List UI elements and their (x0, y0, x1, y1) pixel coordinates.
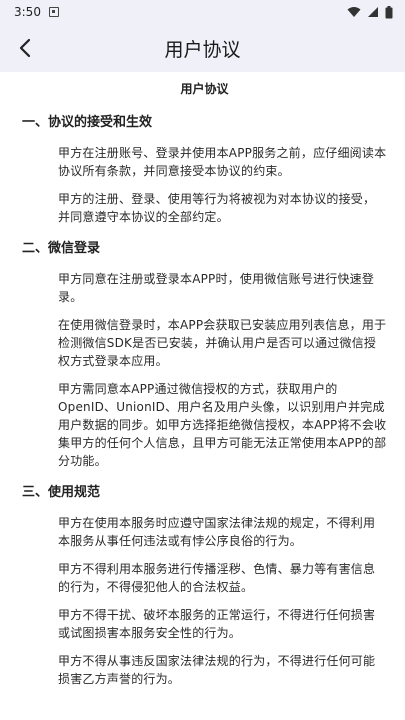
document-title: 用户协议 (180, 82, 229, 96)
notification-icon (48, 7, 59, 17)
paragraph: 甲方的注册、登录、使用等行为将被视为对本协议的接受，并同意遵守本协议的全部约定。 (58, 192, 376, 224)
paragraph: 甲方在注册账号、登录并使用本APP服务之前，应仔细阅读本协议所有条款，并同意接受… (58, 146, 387, 178)
section-heading: 二、微信登录 (22, 241, 101, 256)
section-acceptance: 一、协议的接受和生效 甲方在注册账号、登录并使用本APP服务之前，应仔细阅读本协… (22, 114, 387, 226)
paragraph: 在使用微信登录时，本APP会获取已安装应用列表信息，用于检测微信SDK是否已安装… (58, 318, 387, 368)
status-time: 3:50 (14, 5, 41, 19)
section-wechat-login: 二、微信登录 甲方同意在注册或登录本APP时，使用微信账号进行快速登录。 在使用… (22, 240, 387, 470)
paragraph: 甲方同意在注册或登录本APP时，使用微信账号进行快速登录。 (58, 272, 375, 304)
paragraph: 甲方不得利用本服务进行传播淫秽、色情、暴力等有害信息的行为，不得侵犯他人的合法权… (58, 562, 376, 594)
status-left: 3:50 (14, 5, 59, 19)
app-bar: 用户协议 (0, 24, 405, 72)
agreement-content[interactable]: 用户协议 一、协议的接受和生效 甲方在注册账号、登录并使用本APP服务之前，应仔… (0, 78, 405, 688)
paragraph: 甲方不得从事违反国家法律法规的行为，不得进行任何可能损害乙方声誉的行为。 (58, 654, 376, 686)
signal-icon (368, 7, 378, 17)
paragraph: 甲方在使用本服务时应遵守国家法律法规的规定，不得利用本服务从事任何违法或有悖公序… (58, 516, 376, 548)
paragraph: 甲方需同意本APP通过微信授权的方式，获取用户的OpenID、UnionID、用… (58, 382, 387, 468)
page-title: 用户协议 (164, 38, 241, 61)
section-usage-rules: 三、使用规范 甲方在使用本服务时应遵守国家法律法规的规定，不得利用本服务从事任何… (22, 484, 387, 688)
paragraph: 甲方不得干扰、破坏本服务的正常运行，不得进行任何损害或试图损害本服务安全性的行为… (58, 608, 376, 640)
wifi-icon (347, 7, 361, 17)
status-bar: 3:50 (0, 0, 405, 24)
status-right (347, 5, 393, 19)
section-heading: 一、协议的接受和生效 (22, 115, 153, 130)
battery-icon (385, 5, 393, 18)
section-heading: 三、使用规范 (22, 485, 101, 500)
back-arrow-icon[interactable] (14, 36, 38, 60)
